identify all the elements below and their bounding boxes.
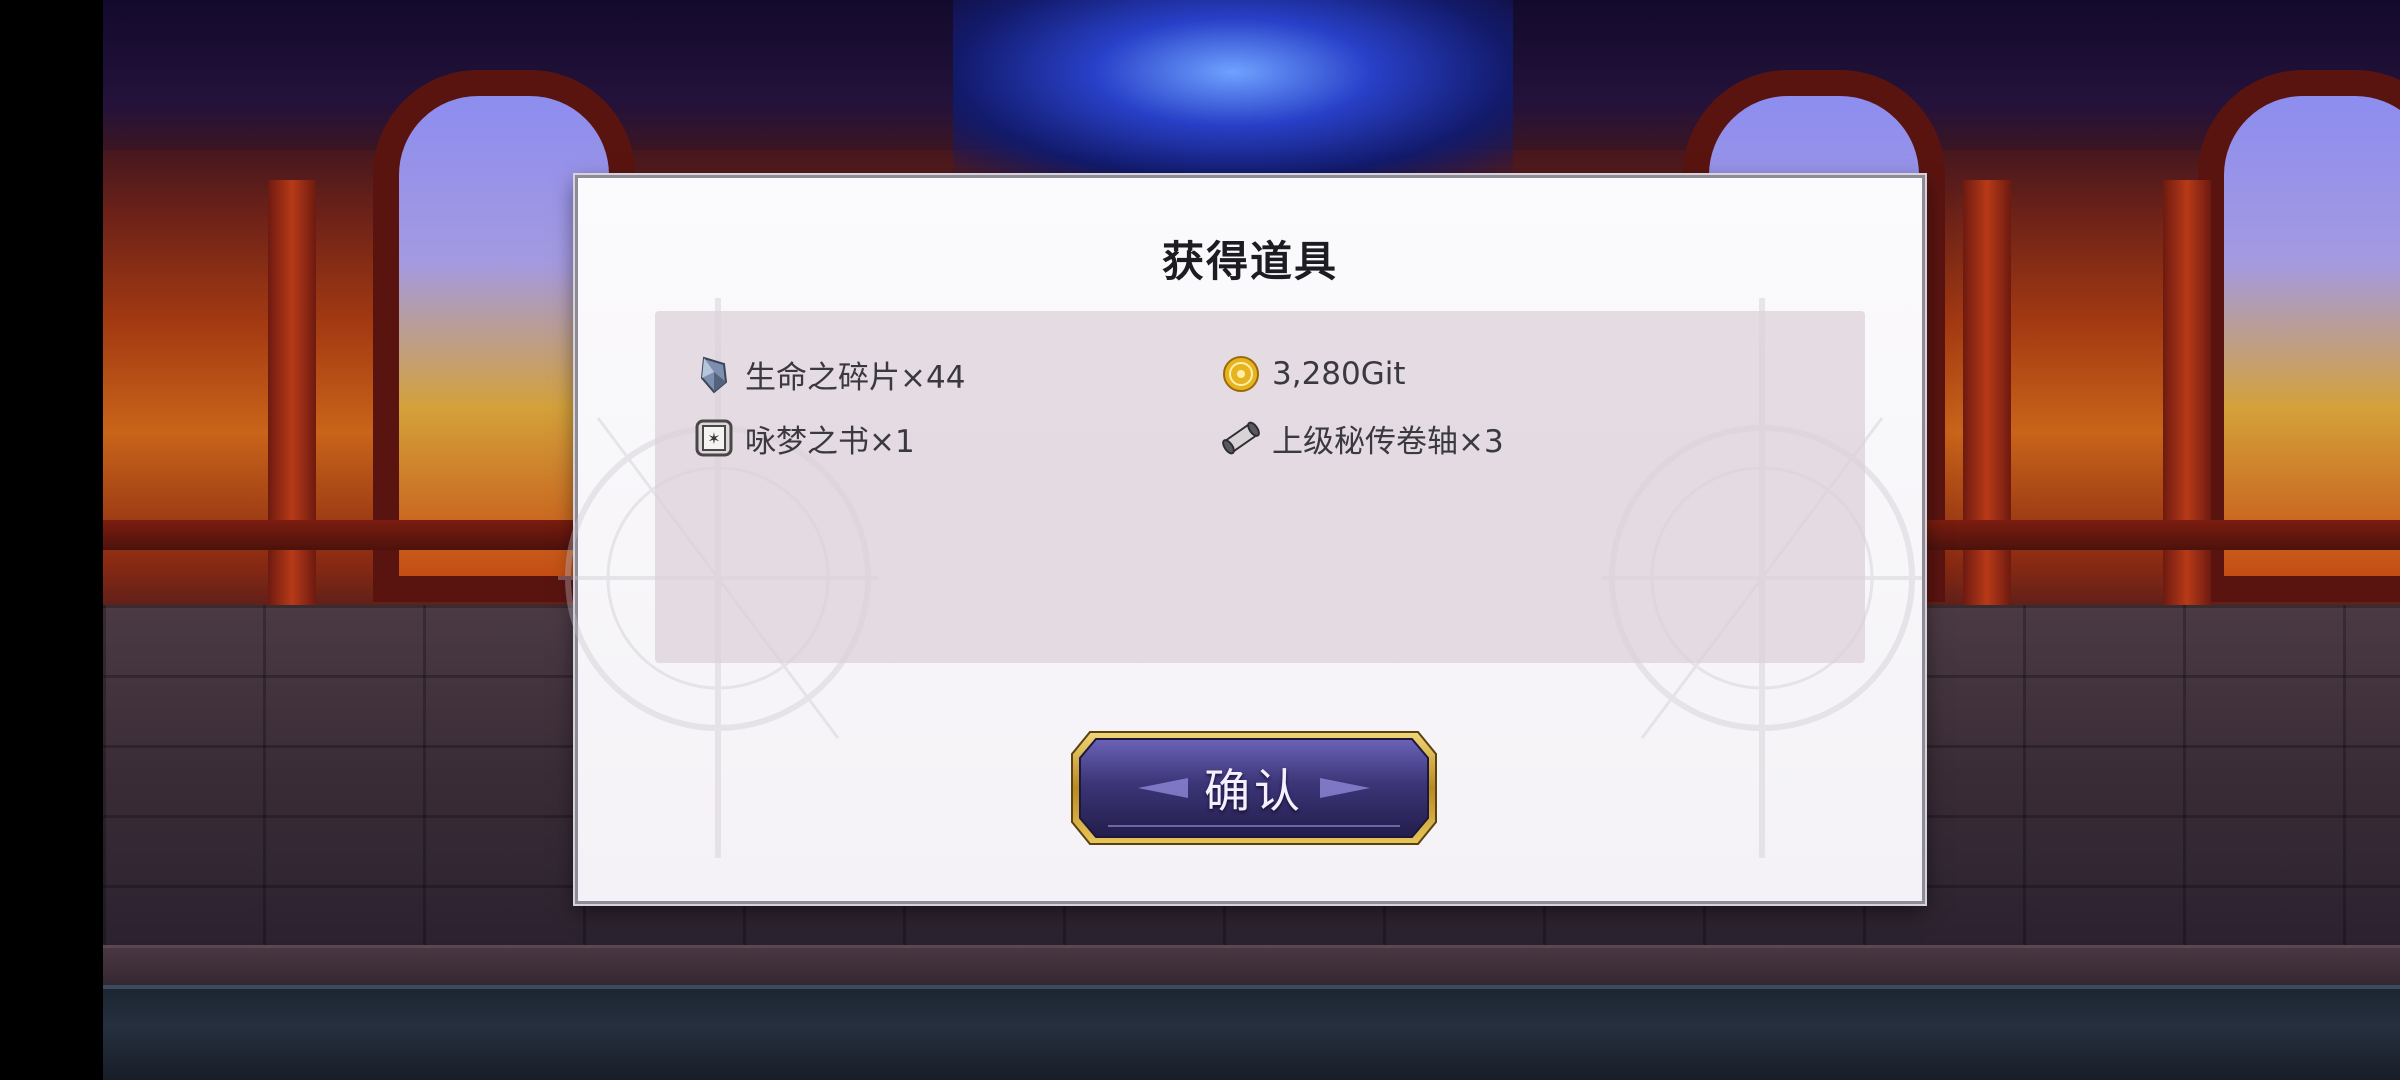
confirm-button-label: 确认: [1204, 764, 1304, 818]
reward-item-label: 咏梦之书×1: [745, 423, 915, 460]
floor-ledge: [103, 945, 2400, 988]
reward-item-label: 上级秘传卷轴×3: [1272, 423, 1504, 460]
reward-item: 生命之碎片×44: [693, 349, 965, 399]
gold-coin-icon: [1220, 353, 1262, 395]
reward-item: ✶ 咏梦之书×1: [693, 413, 915, 463]
scroll-icon: [1220, 417, 1262, 459]
reward-item-label: 生命之碎片×44: [745, 359, 966, 396]
blue-portal-glow: [953, 0, 1513, 180]
confirm-button[interactable]: 确认: [1068, 728, 1440, 848]
reward-items-panel: 生命之碎片×44 3,280Git ✶ 咏梦之书×1 上级秘传卷轴×3: [655, 311, 1865, 663]
reward-item: 3,280Git: [1220, 349, 1406, 399]
reward-item: 上级秘传卷轴×3: [1220, 413, 1504, 463]
dialog-title: 获得道具: [1161, 237, 1338, 286]
item-reward-dialog: 获得道具 生命之碎片×44 3,280Git ✶ 咏梦之书×1 上级秘传卷轴×3…: [558, 175, 1925, 904]
reward-item-label: 3,280Git: [1272, 356, 1406, 392]
spell-book-icon: ✶: [693, 417, 735, 459]
svg-text:✶: ✶: [707, 429, 720, 448]
crystal-shard-icon: [693, 353, 735, 395]
floor-base: [103, 985, 2400, 1080]
